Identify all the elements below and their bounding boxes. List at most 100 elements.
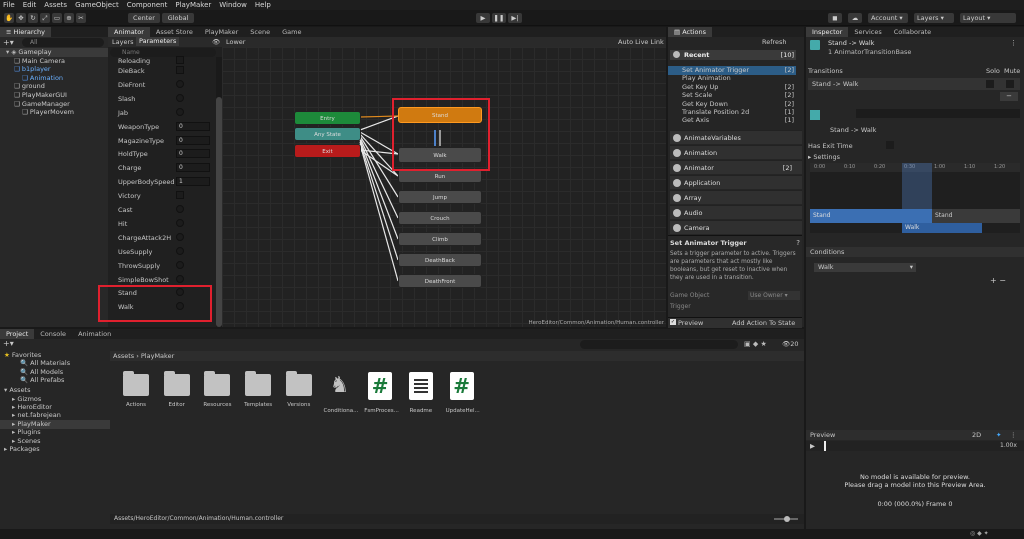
action-description: Set Animator Trigger ? Sets a trigger pa…: [668, 235, 802, 328]
project-tree: ★ Favorites 🔍 All Materials 🔍 All Models 🔍 …: [0, 351, 110, 531]
project-tree-label: All Models: [30, 367, 64, 376]
asset-folder[interactable]: Templates: [242, 371, 274, 422]
asset-script[interactable]: # UpdateHel...: [446, 372, 480, 422]
project-panel: Project Console Animation +▾ ▣ ◆ ★ 👁20 ★ F…: [0, 329, 804, 539]
transition-list-item[interactable]: Stand -> Walk: [808, 78, 1020, 90]
avatar-icon[interactable]: ✦: [996, 430, 1001, 440]
tab-services[interactable]: Services: [848, 27, 887, 37]
category-array[interactable]: Array: [670, 190, 802, 204]
inspector-menu-icon[interactable]: ⋮: [1010, 39, 1017, 47]
mute-checkbox[interactable]: [1006, 80, 1014, 88]
breadcrumb-assets[interactable]: Assets: [113, 352, 134, 360]
breadcrumb-playmaker[interactable]: PlayMaker: [141, 352, 174, 360]
tab-inspector[interactable]: Inspector: [806, 27, 849, 37]
timeline-tick: 1:00: [934, 164, 946, 170]
transition-timeline[interactable]: 0:00 0:10 0:20 0:30 1:00 1:10 1:20 Stand Stand…: [810, 163, 1020, 233]
deathfront-state[interactable]: DeathFront: [398, 274, 482, 288]
remove-transition-button[interactable]: −: [1000, 92, 1018, 101]
category-camera[interactable]: Camera: [670, 220, 802, 234]
has-exit-time-checkbox[interactable]: [886, 141, 894, 149]
recent-action-item[interactable]: Get Axis [1]: [668, 116, 796, 125]
project-tree-item[interactable]: ▸ Packages: [0, 445, 110, 454]
settings-foldout[interactable]: ▸ Settings: [808, 153, 840, 161]
recent-action-label: Get Key Down: [682, 99, 728, 108]
add-condition-button[interactable]: + −: [990, 276, 1006, 285]
climb-state[interactable]: Climb: [398, 232, 482, 246]
preview-play-button[interactable]: ▶: [810, 442, 815, 450]
no-model-message: No model is available for preview. Pleas…: [844, 473, 986, 489]
asset-folder[interactable]: Versions: [283, 371, 315, 422]
actions-icon: ▤: [674, 28, 683, 36]
category-animatevariables[interactable]: AnimateVariables: [670, 130, 802, 144]
deathback-state[interactable]: DeathBack: [398, 253, 482, 267]
preview-2d-button[interactable]: 2D: [972, 430, 981, 440]
jump-state[interactable]: Jump: [398, 190, 482, 204]
exit-state[interactable]: Exit: [294, 144, 361, 158]
category-animator[interactable]: Animator [2]: [670, 160, 802, 174]
condition-dropdown[interactable]: Walk ▾: [814, 263, 916, 272]
preview-checkbox[interactable]: ✓: [670, 319, 676, 325]
use-owner-dropdown[interactable]: Use Owner ▾: [748, 291, 800, 300]
clock-icon: [673, 51, 680, 58]
asset-label: Editor: [168, 402, 185, 408]
status-icons[interactable]: ◎ ◆ ✦: [970, 530, 989, 537]
transition-name-input[interactable]: [856, 109, 1020, 118]
category-label: Animation: [684, 149, 718, 157]
help-icon[interactable]: ?: [796, 239, 800, 247]
asset-folder[interactable]: Editor: [161, 371, 193, 422]
any-state[interactable]: Any State: [294, 127, 361, 141]
inspector-title: Stand -> Walk: [828, 39, 875, 47]
category-application[interactable]: Application: [670, 175, 802, 189]
project-toolbar-icons[interactable]: ▣ ◆ ★: [744, 340, 767, 348]
asset-folder[interactable]: Resources: [201, 371, 233, 422]
asset-folder[interactable]: Actions: [120, 371, 152, 422]
recent-action-label: Get Axis: [682, 116, 710, 125]
category-label: Array: [684, 194, 702, 202]
category-label: Camera: [684, 224, 710, 232]
asset-label: Readme: [409, 408, 433, 414]
tab-console[interactable]: Console: [34, 329, 72, 339]
category-icon: [673, 179, 681, 187]
category-label: Application: [684, 179, 721, 187]
star-icon: ★: [4, 351, 12, 359]
refresh-button[interactable]: Refresh: [762, 38, 787, 46]
asset-puzzle[interactable]: ♞ Conditiona...: [324, 372, 359, 422]
solo-checkbox[interactable]: [986, 80, 994, 88]
timeline-stand-bar: Stand: [810, 209, 932, 223]
asset-doc[interactable]: Readme: [405, 372, 437, 422]
tab-actions[interactable]: ▤ Actions: [668, 27, 712, 37]
crouch-state[interactable]: Crouch: [398, 211, 482, 225]
folder-icon: [285, 371, 312, 396]
timeline-tick: 1:20: [994, 164, 1006, 170]
game-object-label: Game Object: [670, 292, 710, 299]
category-animation[interactable]: Animation: [670, 145, 802, 159]
folder-icon: 🔍: [20, 367, 31, 376]
preview-scrubber[interactable]: [824, 441, 826, 451]
preview-toggle-label: Preview: [678, 319, 704, 327]
project-tree-label: Packages: [9, 444, 40, 453]
highlight-box-params: [98, 285, 212, 322]
preview-menu-icon[interactable]: ⋮: [1010, 430, 1017, 440]
tab-project[interactable]: Project: [0, 329, 35, 339]
entry-state[interactable]: Entry: [294, 111, 361, 125]
category-audio[interactable]: Audio: [670, 205, 802, 219]
project-search-input[interactable]: [580, 340, 738, 349]
project-tree-item[interactable]: 🔍 All Prefabs: [0, 376, 110, 385]
project-tree-label: Scenes: [17, 436, 41, 445]
folder-icon: [204, 371, 231, 396]
asset-label: Resources: [203, 402, 232, 408]
folder-icon: 🔍: [20, 359, 31, 368]
run-state[interactable]: Run: [398, 169, 482, 183]
tab-collaborate[interactable]: Collaborate: [888, 27, 937, 37]
icon-size-slider[interactable]: [774, 516, 798, 522]
category-icon: [673, 194, 681, 202]
recent-header[interactable]: Recent [10]: [670, 50, 796, 60]
category-count: [2]: [782, 164, 792, 172]
asset-label: Templates: [244, 402, 273, 408]
create-asset-icon[interactable]: +▾: [3, 339, 14, 348]
tab-animation[interactable]: Animation: [72, 329, 117, 339]
project-tree-label: Assets: [9, 386, 31, 395]
asset-script[interactable]: # FsmProces...: [364, 372, 399, 422]
add-action-button[interactable]: Add Action To State: [732, 319, 795, 327]
project-tree-label: All Prefabs: [30, 376, 65, 385]
